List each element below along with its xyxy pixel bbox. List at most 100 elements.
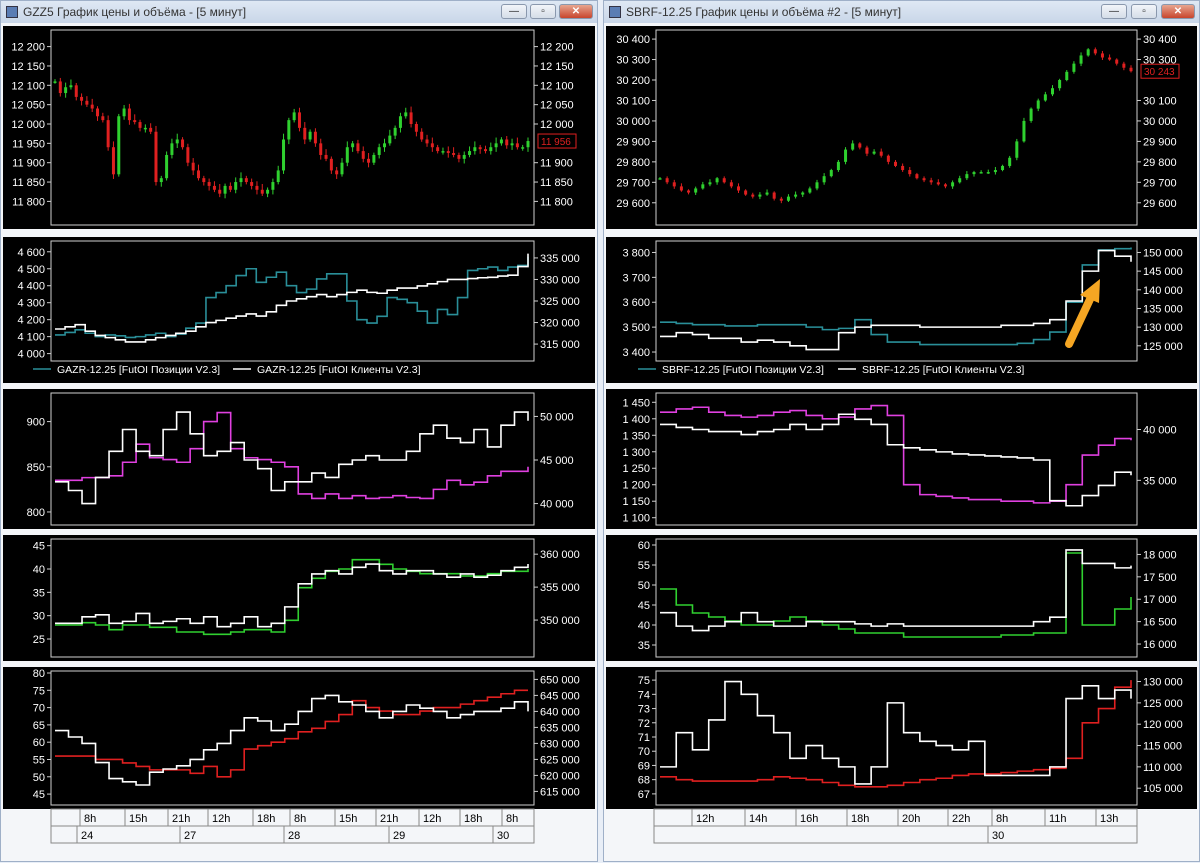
legend-item: GAZR-12.25 [FutOI Позиции V2.3] <box>57 364 220 376</box>
candle-body <box>1051 88 1054 95</box>
left-tick-label: 55 <box>33 754 45 766</box>
right-tick-label: 11 850 <box>540 177 573 189</box>
right-tick-label: 35 000 <box>1143 475 1177 487</box>
candle-body <box>972 172 976 175</box>
candle-body <box>858 143 862 148</box>
candle-body <box>915 174 919 179</box>
left-tick-label: 45 <box>33 541 45 553</box>
candle-body <box>260 189 264 194</box>
right-tick-label: 125 000 <box>1143 698 1183 710</box>
legend-item: SBRF-12.25 [FutOI Позиции V2.3] <box>662 364 824 376</box>
day-label: 27 <box>184 830 196 842</box>
candle-body <box>1015 141 1019 158</box>
left-tick-label: 4 400 <box>17 281 45 293</box>
hour-label: 8h <box>506 813 518 825</box>
right-tick-label: 635 000 <box>540 722 580 734</box>
right-tick-label: 120 000 <box>1143 719 1183 731</box>
candle-body <box>908 170 912 175</box>
window-sbrf: SBRF-12.25 График цены и объёма #2 - [5 … <box>603 0 1200 862</box>
left-tick-label: 80 <box>33 668 45 680</box>
candle-body <box>665 178 669 183</box>
candle-body <box>239 178 243 183</box>
left-tick-label: 40 <box>33 564 45 576</box>
candle-body <box>1065 71 1069 81</box>
candle-body <box>462 154 466 159</box>
left-tick-label: 29 800 <box>616 157 650 169</box>
candle-body <box>404 112 408 117</box>
candle-body <box>794 194 798 197</box>
candle-body <box>111 147 115 175</box>
candle-body <box>181 139 185 148</box>
right-tick-label: 45 000 <box>540 455 574 467</box>
candle-body <box>505 139 509 146</box>
candle-body <box>457 154 461 159</box>
candle-body <box>271 182 275 190</box>
left-tick-label: 3 600 <box>622 297 650 309</box>
candle-body <box>372 154 376 163</box>
candle-body <box>936 182 940 185</box>
left-tick-label: 30 000 <box>616 116 650 128</box>
candle-body <box>879 151 883 156</box>
right-tick-label: 12 100 <box>540 80 574 92</box>
hour-label: 22h <box>952 813 970 825</box>
right-tick-label: 29 700 <box>1143 177 1177 189</box>
left-tick-label: 4 300 <box>17 298 45 310</box>
left-tick-label: 1 300 <box>622 447 650 459</box>
panel-background <box>606 26 1197 229</box>
candle-body <box>943 184 947 187</box>
candle-body <box>313 131 317 144</box>
left-tick-label: 69 <box>638 760 650 772</box>
left-tick-label: 50 <box>638 580 650 592</box>
candle-body <box>815 182 819 189</box>
left-tick-label: 4 200 <box>17 315 45 327</box>
candle-body <box>744 190 748 195</box>
candle-body <box>96 108 100 117</box>
candle-body <box>679 186 683 191</box>
right-tick-label: 360 000 <box>540 549 580 561</box>
candle-body <box>1108 57 1112 60</box>
right-tick-label: 110 000 <box>1143 762 1182 774</box>
hour-label: 21h <box>172 813 190 825</box>
left-tick-label: 11 900 <box>12 158 45 170</box>
right-tick-label: 145 000 <box>1143 266 1183 278</box>
hour-label: 14h <box>749 813 767 825</box>
right-tick-label: 40 000 <box>1143 425 1177 437</box>
right-tick-label: 125 000 <box>1143 341 1183 353</box>
chart-area[interactable]: 30 400 30 300 30 200 30 100 30 000 29 900 29 8… <box>604 1 1200 863</box>
left-tick-label: 1 200 <box>622 480 650 492</box>
candle-body <box>894 161 897 166</box>
right-tick-label: 620 000 <box>540 770 580 782</box>
candle-body <box>234 182 238 190</box>
candle-body <box>159 178 163 183</box>
candle-body <box>452 153 456 155</box>
candle-body <box>133 120 137 123</box>
left-tick-label: 60 <box>638 540 650 552</box>
left-tick-label: 1 100 <box>622 513 650 525</box>
right-tick-label: 630 000 <box>540 738 580 750</box>
right-tick-label: 320 000 <box>540 318 580 330</box>
right-tick-label: 130 000 <box>1143 322 1183 334</box>
candle-body <box>414 124 418 132</box>
candle-body <box>223 185 227 194</box>
right-tick-label: 12 200 <box>540 42 574 54</box>
candle-body <box>244 178 248 183</box>
candle-body <box>212 185 216 190</box>
candle-body <box>127 108 131 121</box>
panel-background <box>606 389 1197 529</box>
right-tick-label: 17 000 <box>1143 594 1177 606</box>
candle-body <box>276 170 280 183</box>
candle-body <box>356 143 360 152</box>
chart-area[interactable]: 12 200 12 150 12 100 12 050 12 000 11 950 11 9… <box>1 1 599 863</box>
left-tick-label: 11 800 <box>12 196 45 208</box>
candle-body <box>1115 59 1119 64</box>
candle-body <box>122 108 126 117</box>
left-tick-label: 65 <box>33 720 45 732</box>
candle-body <box>1122 63 1126 68</box>
left-tick-label: 45 <box>33 789 45 801</box>
candle-body <box>85 100 89 105</box>
right-tick-label: 16 000 <box>1143 639 1177 651</box>
left-tick-label: 3 500 <box>622 322 650 334</box>
left-tick-label: 60 <box>33 737 45 749</box>
right-tick-label: 11 900 <box>540 158 573 170</box>
candle-body <box>393 127 397 136</box>
